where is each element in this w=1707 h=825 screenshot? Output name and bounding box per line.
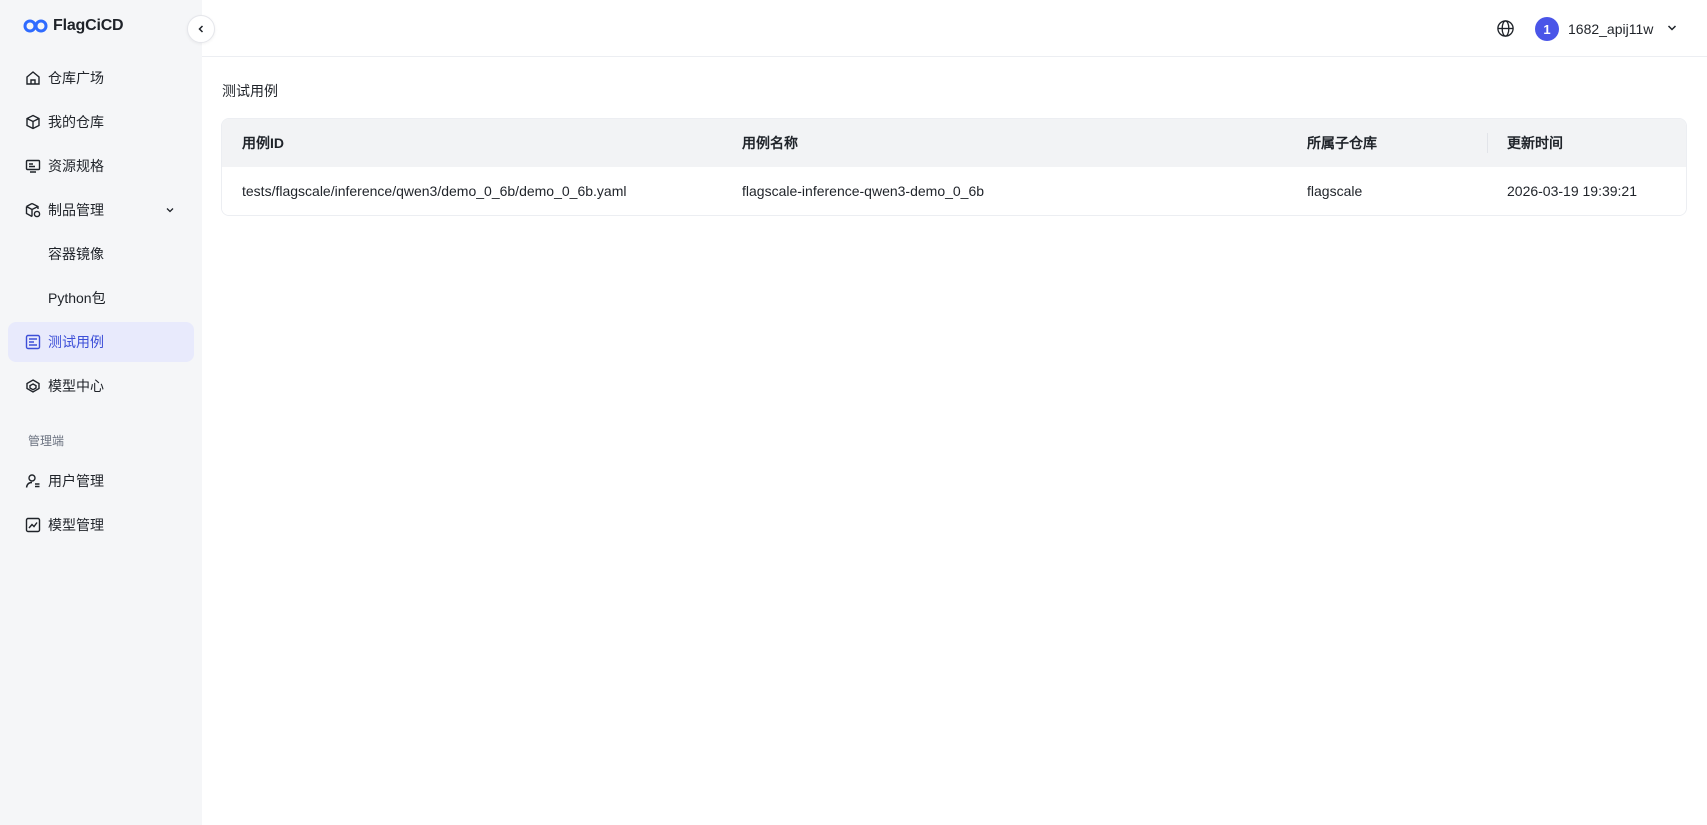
- cell-sub-repo: flagscale: [1307, 183, 1363, 199]
- home-icon: [25, 70, 41, 86]
- sidebar: FlagCiCD 仓库广场 我的仓库 资源规格 制品管理 容器镜像 Python…: [0, 0, 202, 825]
- collapse-sidebar-button[interactable]: [187, 15, 215, 43]
- model-icon: [25, 378, 41, 394]
- sidebar-item-repo-square[interactable]: 仓库广场: [8, 58, 194, 98]
- table-header: 用例ID 用例名称 所属子仓库 更新时间: [222, 119, 1686, 167]
- column-header-id: 用例ID: [242, 135, 284, 151]
- column-divider[interactable]: [1487, 133, 1488, 153]
- chevron-left-icon: [198, 25, 204, 33]
- cell-updated-time: 2026-03-19 19:39:21: [1507, 183, 1637, 199]
- chevron-down-icon: [1665, 21, 1679, 38]
- sidebar-item-label: 用户管理: [48, 473, 104, 489]
- logo[interactable]: FlagCiCD: [22, 17, 124, 35]
- top-header: [202, 0, 1707, 57]
- sidebar-item-label: 我的仓库: [48, 114, 104, 130]
- avatar: 1: [1535, 17, 1559, 41]
- page-title: 测试用例: [222, 83, 278, 99]
- column-header-updated: 更新时间: [1507, 135, 1563, 151]
- logo-icon: [23, 19, 48, 33]
- sidebar-item-label: 资源规格: [48, 158, 104, 174]
- cell-case-id: tests/flagscale/inference/qwen3/demo_0_6…: [242, 183, 627, 199]
- sidebar-item-user-mgmt[interactable]: 用户管理: [8, 461, 194, 501]
- sidebar-item-label: 容器镜像: [48, 246, 104, 262]
- testcase-icon: [25, 334, 41, 350]
- column-header-name: 用例名称: [742, 135, 798, 151]
- sidebar-item-artifact-mgmt[interactable]: 制品管理: [8, 190, 194, 230]
- column-header-repo: 所属子仓库: [1307, 135, 1377, 151]
- user-menu[interactable]: 1 1682_apij11w: [1535, 17, 1679, 41]
- test-case-table: 用例ID 用例名称 所属子仓库 更新时间 tests/flagscale/inf…: [221, 118, 1687, 216]
- username: 1682_apij11w: [1568, 21, 1654, 37]
- sidebar-item-model-mgmt[interactable]: 模型管理: [8, 505, 194, 545]
- package-icon: [25, 202, 41, 218]
- sidebar-item-my-repo[interactable]: 我的仓库: [8, 102, 194, 142]
- sidebar-item-label: Python包: [48, 290, 106, 306]
- sidebar-item-label: 模型中心: [48, 378, 104, 394]
- sidebar-item-model-center[interactable]: 模型中心: [8, 366, 194, 406]
- sidebar-item-resource-spec[interactable]: 资源规格: [8, 146, 194, 186]
- table-row[interactable]: tests/flagscale/inference/qwen3/demo_0_6…: [222, 167, 1686, 215]
- cube-icon: [25, 114, 41, 130]
- sidebar-item-test-cases[interactable]: 测试用例: [8, 322, 194, 362]
- chart-icon: [25, 517, 41, 533]
- user-icon: [25, 473, 41, 489]
- monitor-icon: [25, 158, 41, 174]
- sidebar-item-python-package[interactable]: Python包: [8, 278, 194, 318]
- sidebar-item-label: 制品管理: [48, 202, 104, 218]
- sidebar-item-label: 模型管理: [48, 517, 104, 533]
- sidebar-item-label: 仓库广场: [48, 70, 104, 86]
- chevron-down-icon: [164, 203, 176, 219]
- admin-section-label: 管理端: [28, 434, 65, 448]
- sidebar-item-container-image[interactable]: 容器镜像: [8, 234, 194, 274]
- cell-case-name: flagscale-inference-qwen3-demo_0_6b: [742, 183, 985, 199]
- globe-icon[interactable]: [1496, 19, 1515, 41]
- logo-text: FlagCiCD: [53, 17, 124, 34]
- sidebar-item-label: 测试用例: [48, 334, 104, 350]
